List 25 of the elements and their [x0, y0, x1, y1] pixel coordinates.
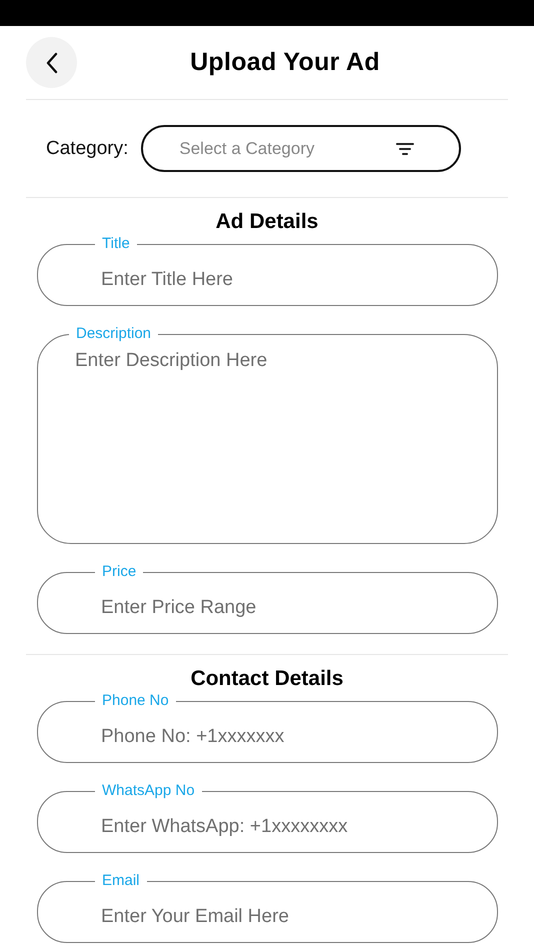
field-label: WhatsApp No — [101, 783, 196, 799]
back-chevron-icon — [44, 52, 58, 74]
text-field[interactable]: Price Enter Price Range — [37, 564, 498, 634]
filter-icon — [396, 142, 414, 156]
field-label: Price — [101, 564, 138, 580]
category-label: Category: — [46, 138, 128, 160]
text-input[interactable]: Enter Price Range — [38, 580, 497, 636]
text-input[interactable]: Enter WhatsApp: +1xxxxxxxx — [38, 799, 497, 855]
text-area[interactable]: Enter Description Here — [38, 342, 497, 538]
category-dropdown[interactable]: Select a Category — [141, 125, 462, 172]
field-label: Description — [75, 326, 152, 342]
section-heading: Ad Details — [214, 209, 320, 235]
text-input[interactable]: Phone No: +1xxxxxxx — [38, 709, 497, 765]
text-field[interactable]: Title Enter Title Here — [37, 236, 498, 306]
text-field[interactable]: Description Enter Description Here — [37, 326, 498, 544]
text-field[interactable]: Phone No Phone No: +1xxxxxxx — [37, 693, 498, 763]
text-input[interactable]: Enter Your Email Here — [38, 889, 497, 945]
field-label: Phone No — [101, 693, 170, 709]
page-title: Upload Your Ad — [190, 48, 380, 77]
field-label: Email — [101, 873, 141, 889]
text-field[interactable]: Email Enter Your Email Here — [37, 873, 498, 943]
section-heading: Contact Details — [190, 666, 344, 692]
field-label: Title — [101, 236, 131, 252]
text-field[interactable]: WhatsApp No Enter WhatsApp: +1xxxxxxxx — [37, 783, 498, 853]
text-input[interactable]: Enter Title Here — [38, 252, 497, 308]
